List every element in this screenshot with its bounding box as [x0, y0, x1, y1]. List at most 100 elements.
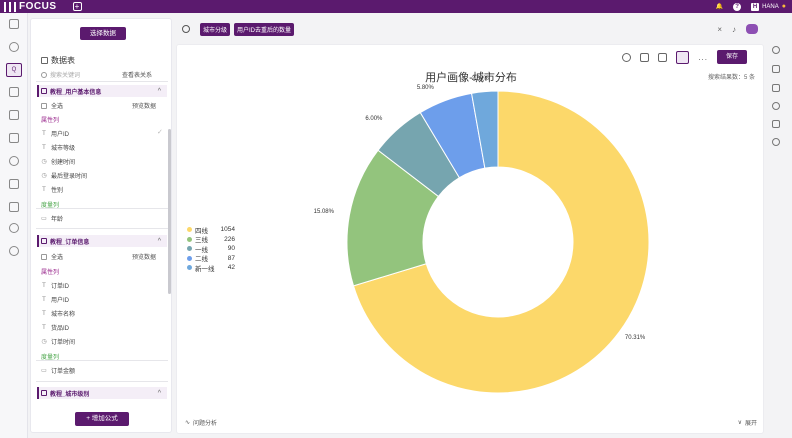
column-item[interactable]: ◷ 订单时间 — [41, 337, 75, 346]
select-all-row[interactable]: 全选 — [41, 101, 63, 110]
select-all-label: 全选 — [51, 104, 64, 110]
column-item[interactable]: T 城市名称 — [41, 309, 76, 319]
notification-bell-icon[interactable]: 🔔 — [716, 3, 723, 10]
legend-item[interactable]: 一线 90 — [187, 244, 235, 254]
divider — [36, 360, 168, 361]
search-bar[interactable]: 城市分级 用户ID去重后的数量 × ♪ — [176, 18, 762, 40]
right-tool-rail — [766, 40, 786, 150]
new-tab-button[interactable]: + — [72, 2, 82, 11]
chevron-up-icon[interactable]: ^ — [158, 238, 161, 245]
column-item[interactable]: T 用户ID — [41, 129, 69, 139]
document-nav-icon[interactable] — [9, 202, 19, 212]
column-label: 城市名称 — [51, 312, 76, 318]
search-placeholder: 搜索关键词 — [50, 73, 81, 79]
trend-line-icon[interactable] — [772, 84, 780, 92]
clear-search-button[interactable]: × — [717, 25, 722, 34]
donut-chart — [346, 90, 650, 394]
lightbulb-icon: ● — [781, 3, 786, 10]
column-label: 性别 — [51, 188, 64, 194]
column-label: 用户ID — [51, 298, 70, 304]
column-item[interactable]: ◷ 创建时间 — [41, 157, 75, 166]
text-type-icon: T — [42, 144, 46, 151]
select-all-label: 全选 — [51, 255, 64, 261]
column-label: 订单金额 — [51, 369, 76, 375]
chevron-up-icon[interactable]: ^ — [158, 390, 161, 397]
help-icon[interactable]: ? — [733, 2, 742, 11]
overview-icon[interactable] — [9, 42, 19, 52]
column-label: 订单ID — [51, 284, 70, 290]
legend-item[interactable]: 二线 87 — [187, 254, 235, 264]
date-type-icon: ◷ — [41, 173, 47, 179]
column-label: 创建时间 — [51, 160, 76, 166]
assistant-robot-icon[interactable] — [746, 24, 758, 34]
search-token[interactable]: 城市分级 — [200, 22, 231, 36]
preview-data-link[interactable]: 预览数据 — [132, 101, 156, 110]
check-icon: ✓ — [157, 129, 163, 136]
user-avatar: H — [751, 2, 760, 11]
text-type-icon: T — [42, 186, 46, 193]
view-relations-link[interactable]: 查看表关系 — [122, 70, 152, 79]
legend-swatch — [187, 236, 192, 242]
column-item[interactable]: T 用户ID — [41, 295, 70, 305]
table-header-user-info[interactable]: 教程_用户基本信息 ^ — [37, 85, 167, 97]
expand-button[interactable]: ∨ 展开 — [738, 418, 757, 427]
panel-title: 数据表 — [41, 55, 75, 66]
chart-nav-icon[interactable] — [9, 87, 19, 97]
folder-nav-icon[interactable] — [9, 179, 19, 189]
table-name: 教程_城市级别 — [50, 391, 90, 398]
image-export-icon[interactable] — [772, 120, 780, 128]
column-item[interactable]: T 货品ID — [41, 323, 70, 333]
logo-text: FOCUS — [19, 1, 57, 12]
legend-label: 二线 — [195, 256, 208, 264]
refresh-icon[interactable] — [772, 138, 780, 146]
legend-value: 226 — [224, 235, 235, 243]
legend-item[interactable]: 三线 226 — [187, 235, 235, 244]
filter-icon[interactable] — [772, 65, 780, 73]
home-icon[interactable] — [9, 19, 19, 29]
column-item[interactable]: ▭ 订单金额 — [41, 366, 75, 375]
select-data-button[interactable]: 选择数据 — [80, 27, 126, 40]
column-label: 货品ID — [51, 326, 70, 332]
select-all-checkbox[interactable] — [41, 102, 47, 109]
table-header-city-level[interactable]: 教程_城市级别 ^ — [37, 387, 167, 399]
preview-data-link[interactable]: 预览数据 — [132, 252, 156, 261]
legend-value: 90 — [227, 245, 235, 253]
trend-icon: ∿ — [185, 420, 191, 426]
table-accent — [37, 85, 39, 97]
column-item[interactable]: T 性别 — [41, 185, 64, 195]
search-token[interactable]: 用户ID去重后的数量 — [234, 22, 295, 36]
add-formula-button[interactable]: + 增加公式 — [75, 412, 129, 426]
legend-item[interactable]: 四线 1054 — [187, 225, 235, 235]
expand-label: 展开 — [744, 421, 757, 427]
search-nav-icon[interactable]: Q — [6, 63, 22, 77]
panel-search[interactable]: 搜索关键词 — [41, 70, 80, 79]
settings-icon[interactable] — [772, 46, 780, 54]
column-item[interactable]: T 订单ID — [41, 281, 70, 291]
slice-percent-label: 70.31% — [624, 335, 646, 342]
layers-nav-icon[interactable] — [9, 223, 19, 233]
divider — [36, 381, 168, 382]
chevron-up-icon[interactable]: ^ — [158, 88, 161, 95]
panel-scrollbar[interactable] — [168, 129, 171, 294]
history-nav-icon[interactable] — [9, 156, 19, 166]
user-menu[interactable]: H HANA ● — [751, 2, 786, 11]
legend-item[interactable]: 新一线 42 — [187, 263, 235, 273]
table-nav-icon[interactable] — [9, 133, 19, 143]
microphone-icon[interactable]: ♪ — [732, 25, 736, 34]
search-icon — [182, 25, 190, 33]
table-header-order-info[interactable]: 教程_订单信息 ^ — [37, 235, 167, 247]
dashboard-nav-icon[interactable] — [9, 110, 19, 120]
select-all-row[interactable]: 全选 — [41, 252, 63, 261]
question-analysis-button[interactable]: ∿ 问题分析 — [185, 418, 217, 427]
slice-percent-label: 6.00% — [365, 116, 383, 123]
column-label: 年龄 — [51, 217, 64, 223]
select-all-checkbox[interactable] — [41, 253, 47, 260]
app-logo[interactable]: FOCUS — [0, 1, 57, 12]
column-item[interactable]: ▭ 年龄 — [41, 214, 63, 223]
divider — [36, 208, 168, 209]
settings-nav-icon[interactable] — [9, 246, 19, 256]
column-item[interactable]: T 城市等级 — [41, 143, 76, 153]
column-label: 城市等级 — [51, 146, 76, 152]
column-item[interactable]: ◷ 最后登录时间 — [41, 171, 87, 180]
info-icon[interactable] — [772, 102, 780, 110]
